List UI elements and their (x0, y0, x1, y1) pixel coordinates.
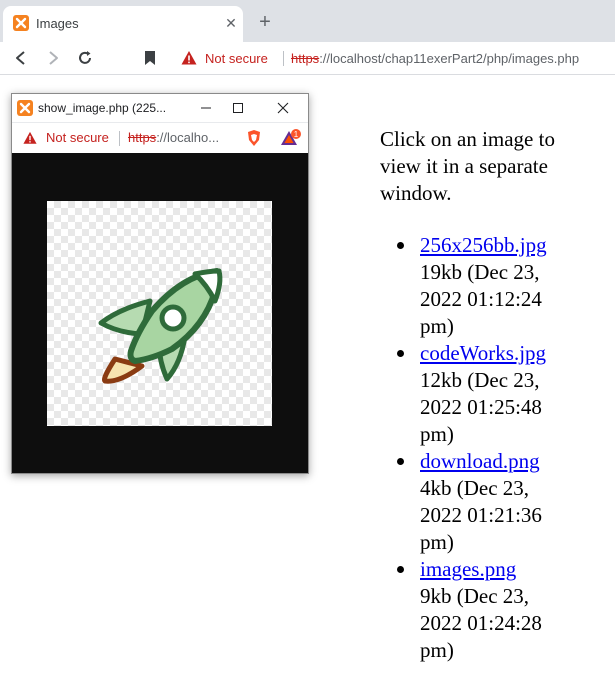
close-icon[interactable] (274, 99, 292, 117)
list-item: download.png 4kb (Dec 23, 2022 01:21:36 … (380, 448, 580, 556)
address-divider (119, 131, 120, 146)
address-bar[interactable]: https://localhost/chap11exerPart2/php/im… (291, 51, 579, 66)
brave-shield-icon[interactable] (245, 129, 263, 147)
image-link[interactable]: download.png (420, 449, 540, 473)
popup-title: show_image.php (225... (38, 101, 167, 115)
popup-address-bar[interactable]: Not secure https://localho... 1 (12, 122, 308, 154)
page-intro: Click on an image to view it in a separa… (380, 127, 555, 205)
popup-url: https://localho... (128, 130, 219, 145)
file-meta: 9kb (Dec 23, 2022 01:24:28 pm) (420, 584, 542, 662)
rewards-badge: 1 (294, 130, 299, 139)
list-item: 256x256bb.jpg 19kb (Dec 23, 2022 01:12:2… (380, 232, 580, 340)
tab-images[interactable]: Images ✕ (3, 6, 243, 42)
popup-titlebar[interactable]: show_image.php (225... (12, 94, 308, 122)
maximize-icon[interactable] (229, 99, 247, 117)
rocket-icon (98, 268, 223, 384)
forward-arrow-icon[interactable] (44, 49, 62, 67)
image-preview (47, 201, 272, 426)
not-secure-label: Not secure (46, 130, 109, 145)
popup-image-viewport (12, 153, 308, 473)
new-tab-button[interactable]: + (256, 12, 274, 32)
popup-window: show_image.php (225... Not secure https:… (11, 93, 309, 474)
image-file-list: 256x256bb.jpg 19kb (Dec 23, 2022 01:12:2… (380, 232, 580, 664)
close-icon[interactable]: ✕ (223, 15, 239, 31)
warning-icon (181, 51, 197, 65)
url-path: ://localhost/chap11exerPart2/php/images.… (319, 51, 580, 66)
bookmark-icon[interactable] (141, 49, 159, 67)
image-link[interactable]: images.png (420, 557, 516, 581)
file-meta: 12kb (Dec 23, 2022 01:25:48 pm) (420, 368, 542, 446)
tab-title: Images (36, 16, 79, 31)
xampp-favicon-icon (17, 100, 33, 116)
tab-strip: Images ✕ + (0, 0, 615, 42)
reload-icon[interactable] (76, 49, 94, 67)
list-item: images.png 9kb (Dec 23, 2022 01:24:28 pm… (380, 556, 580, 664)
browser-toolbar: Not secure https://localhost/chap11exerP… (0, 42, 615, 75)
image-link[interactable]: 256x256bb.jpg (420, 233, 547, 257)
address-divider (283, 51, 284, 66)
not-secure-label: Not secure (205, 50, 268, 66)
minimize-icon[interactable] (197, 99, 215, 117)
back-arrow-icon[interactable] (12, 49, 30, 67)
url-path: ://localho... (156, 130, 220, 145)
security-indicator[interactable]: Not secure (181, 48, 268, 68)
file-meta: 4kb (Dec 23, 2022 01:21:36 pm) (420, 476, 542, 554)
file-meta: 19kb (Dec 23, 2022 01:12:24 pm) (420, 260, 542, 338)
warning-icon (23, 131, 37, 144)
url-scheme: https (128, 130, 157, 145)
xampp-favicon-icon (13, 15, 29, 31)
url-scheme: https (291, 51, 320, 66)
image-link[interactable]: codeWorks.jpg (420, 341, 546, 365)
rewards-triangle-icon[interactable]: 1 (280, 129, 302, 147)
list-item: codeWorks.jpg 12kb (Dec 23, 2022 01:25:4… (380, 340, 580, 448)
